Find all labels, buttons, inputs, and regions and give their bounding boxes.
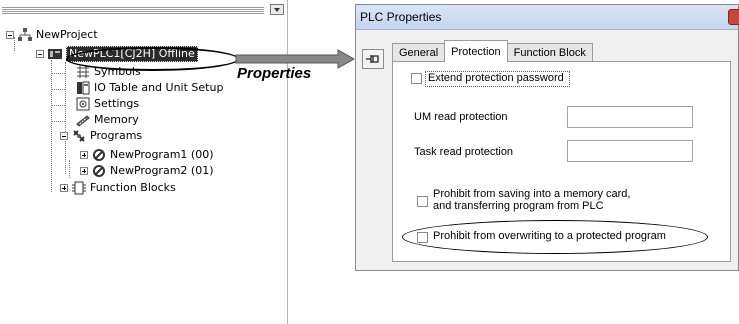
memory-icon [76, 113, 90, 127]
expand-icon[interactable] [60, 184, 68, 192]
task-read-label: Task read protection [414, 146, 514, 158]
project-icon [18, 28, 32, 42]
tree-connector [51, 73, 65, 74]
tab-function-block[interactable]: Function Block [506, 43, 593, 62]
tab-protection[interactable]: Protection [444, 40, 508, 62]
tree-node-label: Memory [94, 113, 139, 126]
tree-node-label: IO Table and Unit Setup [94, 81, 224, 94]
plc-icon [48, 47, 62, 61]
tree-node-settings[interactable]: Settings [76, 96, 139, 112]
tab-general[interactable]: General [392, 43, 446, 62]
tree-connector [51, 105, 65, 106]
tree-header-bar [2, 4, 284, 16]
prohibit-memory-card-label-line2: and transferring program from PLC [433, 200, 604, 212]
collapse-icon[interactable] [6, 31, 14, 39]
close-button[interactable] [728, 9, 739, 25]
highlight-ellipse [66, 47, 239, 71]
task-read-password-input[interactable] [567, 140, 693, 162]
tree-node-memory[interactable]: Memory [76, 112, 139, 128]
tree-node-io-table[interactable]: IO Table and Unit Setup [76, 80, 223, 96]
um-read-label: UM read protection [414, 111, 508, 123]
io-table-icon [76, 81, 90, 95]
tree-connector [51, 121, 65, 122]
tree-node-function-blocks[interactable]: Function Blocks [60, 180, 176, 196]
collapse-icon[interactable] [60, 132, 68, 140]
tree-node-label: Settings [94, 97, 140, 110]
tree-node-label: Function Blocks [90, 181, 176, 194]
tree-node-programs[interactable]: Programs [60, 128, 142, 144]
prohibit-overwrite-label: Prohibit from overwriting to a protected… [433, 230, 666, 242]
expand-icon[interactable] [80, 151, 88, 159]
program-icon [92, 164, 106, 178]
dropdown-arrow-icon[interactable] [270, 4, 284, 15]
tree-node-label: Programs [90, 129, 143, 142]
tree-node-label: NewProject [36, 28, 98, 41]
dialog-titlebar[interactable]: PLC Properties [356, 5, 739, 30]
prohibit-memory-card-checkbox[interactable] [417, 196, 428, 207]
tab-strip: General Protection Function Block [392, 40, 593, 62]
tree-connector [65, 62, 66, 174]
settings-icon [76, 97, 90, 111]
dialog-title: PLC Properties [360, 10, 442, 24]
extend-password-checkbox[interactable] [411, 73, 422, 84]
tree-node-program2[interactable]: NewProgram2 (01) [80, 163, 213, 179]
tree-connector [51, 89, 65, 90]
tree-connector [69, 160, 70, 178]
tree-node-label: NewProgram2 (01) [110, 164, 214, 177]
program-icon [92, 148, 106, 162]
tree-node-label: NewProgram1 (00) [110, 148, 214, 161]
prohibit-overwrite-checkbox[interactable] [417, 232, 428, 243]
pin-button[interactable] [362, 49, 384, 69]
expand-icon[interactable] [80, 167, 88, 175]
collapse-icon[interactable] [36, 50, 44, 58]
programs-icon [72, 129, 86, 143]
tree-node-program1[interactable]: NewProgram1 (00) [80, 147, 213, 163]
tree-node-project[interactable]: NewProject [6, 27, 98, 43]
callout-label: Properties [237, 65, 312, 82]
tree-connector [51, 60, 52, 192]
tree-header-rules [2, 6, 264, 14]
pin-icon [366, 55, 379, 63]
um-read-password-input[interactable] [567, 106, 693, 128]
function-blocks-icon [72, 181, 86, 195]
extend-password-label: Extend protection password [428, 72, 564, 84]
